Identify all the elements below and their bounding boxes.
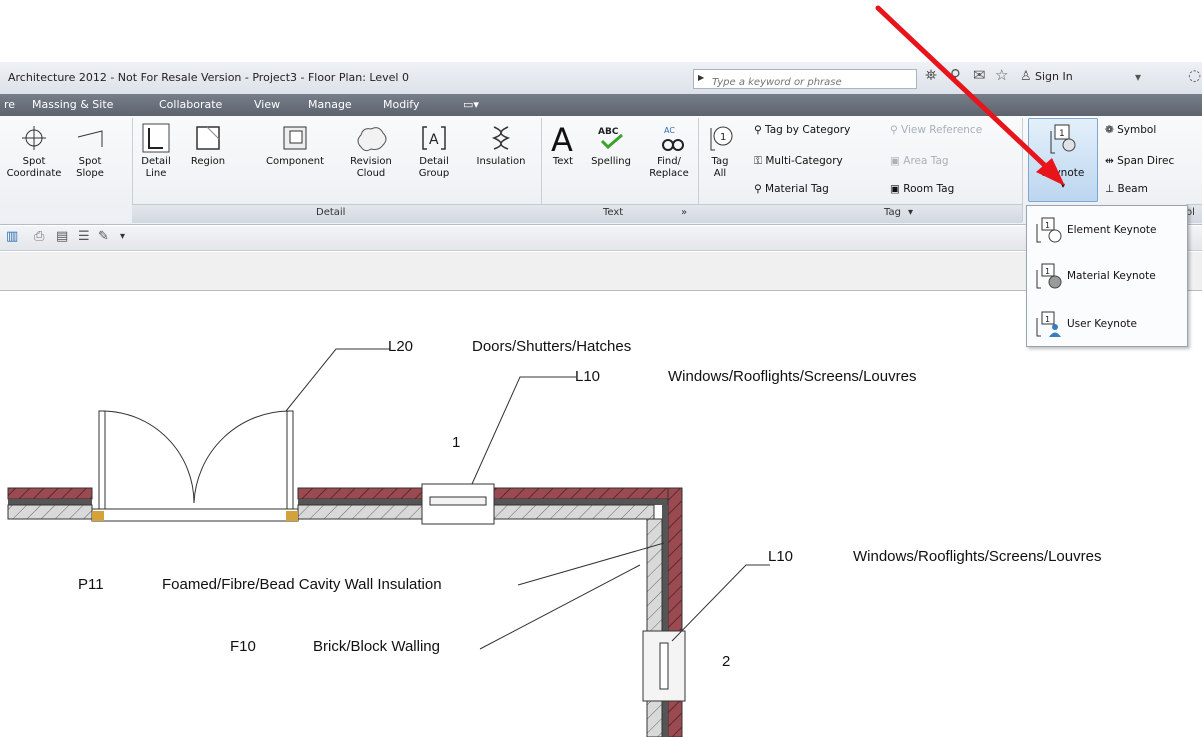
red-arrow-annotation [875, 5, 1065, 186]
component-icon [283, 126, 307, 150]
region-button[interactable]: Region [186, 120, 230, 168]
material-keynote-icon: 1 [1036, 263, 1062, 289]
window-number-2: 2 [722, 653, 731, 670]
keynote-L10-window2-description: Windows/Rooflights/Screens/Louvres [853, 548, 1102, 565]
spelling-button[interactable]: ABC Spelling [586, 120, 636, 168]
text-button[interactable]: A Text [546, 120, 580, 168]
window-title: Architecture 2012 - Not For Resale Versi… [8, 71, 409, 84]
tag-panel-label: Tag ▾ [698, 204, 1022, 223]
tag-all-button[interactable]: 1 Tag All [702, 120, 738, 180]
tag-panel-dropdown-icon[interactable]: ▾ [908, 207, 913, 218]
material-tag-icon: ⚲ [754, 183, 766, 195]
detail-line-button[interactable]: Detail Line [136, 120, 176, 180]
keynote-L20: L20 [388, 338, 414, 355]
window-icon[interactable]: ▤ [56, 229, 68, 244]
insulation-icon [491, 126, 511, 150]
span-direction-button[interactable]: ⇹ Span Direc [1105, 155, 1174, 167]
keynote-P11-description: Foamed/Fibre/Bead Cavity Wall Insulation [162, 576, 442, 593]
text-panel-label: Text» [541, 204, 698, 223]
text-tool-icon: A [551, 121, 573, 155]
dropdown-icon[interactable]: ▾ [1135, 70, 1141, 84]
window-number-1: 1 [452, 434, 461, 451]
detail-panel-label: Detail [132, 204, 541, 223]
symbol-panel-label: ol [1186, 204, 1202, 223]
tag-all-icon: 1 [710, 126, 733, 151]
spot-coordinate-icon [22, 126, 46, 150]
svg-text:1: 1 [1045, 267, 1050, 276]
svg-text:1: 1 [720, 132, 726, 143]
tab-manage[interactable]: Manage [308, 98, 352, 111]
element-keynote-icon: 1 [1036, 217, 1062, 243]
symbol-button[interactable]: ❁ Symbol [1105, 124, 1156, 136]
spot-slope-button[interactable]: Spot Slope [70, 120, 110, 180]
properties-icon[interactable]: ▥ [6, 229, 18, 244]
tag-by-category-button[interactable]: ⚲ Tag by Category [754, 124, 850, 136]
keynote-F10-description: Brick/Block Walling [313, 638, 440, 655]
options-bar [0, 252, 1202, 291]
edit-icon[interactable]: ✎ [98, 229, 109, 244]
panel-toggle-icon[interactable]: ▭▾ [463, 98, 479, 111]
spelling-check-icon: ABC [598, 127, 623, 150]
search-expand-icon[interactable]: ▶ [698, 73, 704, 82]
element-keynote-item[interactable]: 1 Element Keynote [1033, 214, 1157, 246]
insulation-button[interactable]: Insulation [468, 120, 534, 168]
help-icon[interactable]: ◌ [1188, 66, 1201, 84]
svg-text:A: A [429, 132, 439, 148]
thin-lines-icon[interactable]: ☰ [78, 229, 90, 244]
find-replace-button[interactable]: AC Find/ Replace [646, 120, 692, 180]
text-panel-launcher-icon[interactable]: » [681, 207, 687, 218]
spot-slope-icon [77, 130, 103, 147]
keynote-F10: F10 [230, 638, 256, 655]
print-icon[interactable]: ⎙ [34, 229, 44, 244]
keynote-dropdown-menu: 1 Element Keynote 1 Material Keynote 1 U… [1026, 205, 1188, 347]
keynote-L20-description: Doors/Shutters/Hatches [472, 338, 632, 355]
tag-category-icon: ⚲ [754, 124, 766, 136]
detail-line-icon [142, 123, 170, 153]
quick-access-toolbar: ▥ ⎙ ▤ ☰ ✎ ▾ [0, 226, 1202, 251]
symbol-icon: ❁ [1105, 124, 1118, 136]
keynote-L10-window2: L10 [768, 548, 794, 565]
drawing-canvas [7, 348, 770, 737]
beam-icon: ⊥ [1105, 183, 1118, 195]
find-replace-icon: AC [662, 126, 684, 151]
tab-collaborate[interactable]: Collaborate [159, 98, 222, 111]
qat-dropdown-icon[interactable]: ▾ [120, 231, 125, 242]
span-direction-icon: ⇹ [1105, 155, 1118, 167]
material-tag-button[interactable]: ⚲ Material Tag [754, 183, 829, 195]
tab-view[interactable]: View [254, 98, 280, 111]
keynote-L10-window1-description: Windows/Rooflights/Screens/Louvres [668, 368, 917, 385]
cavity-strip [8, 499, 92, 505]
component-button[interactable]: Component [258, 120, 332, 168]
double-door [91, 508, 299, 522]
revision-cloud-button[interactable]: Revision Cloud [346, 120, 396, 180]
keynote-P11: P11 [78, 576, 104, 593]
user-keynote-icon: 1 [1036, 311, 1061, 337]
svg-text:AC: AC [664, 126, 675, 135]
tab-modify[interactable]: Modify [383, 98, 419, 111]
tab-massing[interactable]: Massing & Site [32, 98, 113, 111]
tab-structure[interactable]: re [4, 98, 15, 111]
svg-text:1: 1 [1045, 315, 1050, 324]
keynote-L10-window1: L10 [575, 368, 601, 385]
multi-category-icon: ⚿ [754, 155, 766, 167]
svg-text:ABC: ABC [598, 127, 619, 137]
multi-category-button[interactable]: ⚿ Multi-Category [754, 155, 843, 168]
svg-text:A: A [551, 121, 573, 155]
region-icon [196, 126, 220, 150]
beam-button[interactable]: ⊥ Beam [1105, 183, 1148, 195]
revision-cloud-icon [357, 127, 387, 152]
detail-group-button[interactable]: A Detail Group [414, 120, 454, 180]
svg-text:1: 1 [1045, 221, 1050, 230]
spot-coordinate-button[interactable]: Spot Coordinate [4, 120, 64, 180]
user-keynote-item[interactable]: 1 User Keynote [1033, 308, 1137, 340]
detail-group-icon: A [422, 126, 446, 150]
material-keynote-item[interactable]: 1 Material Keynote [1033, 260, 1156, 292]
